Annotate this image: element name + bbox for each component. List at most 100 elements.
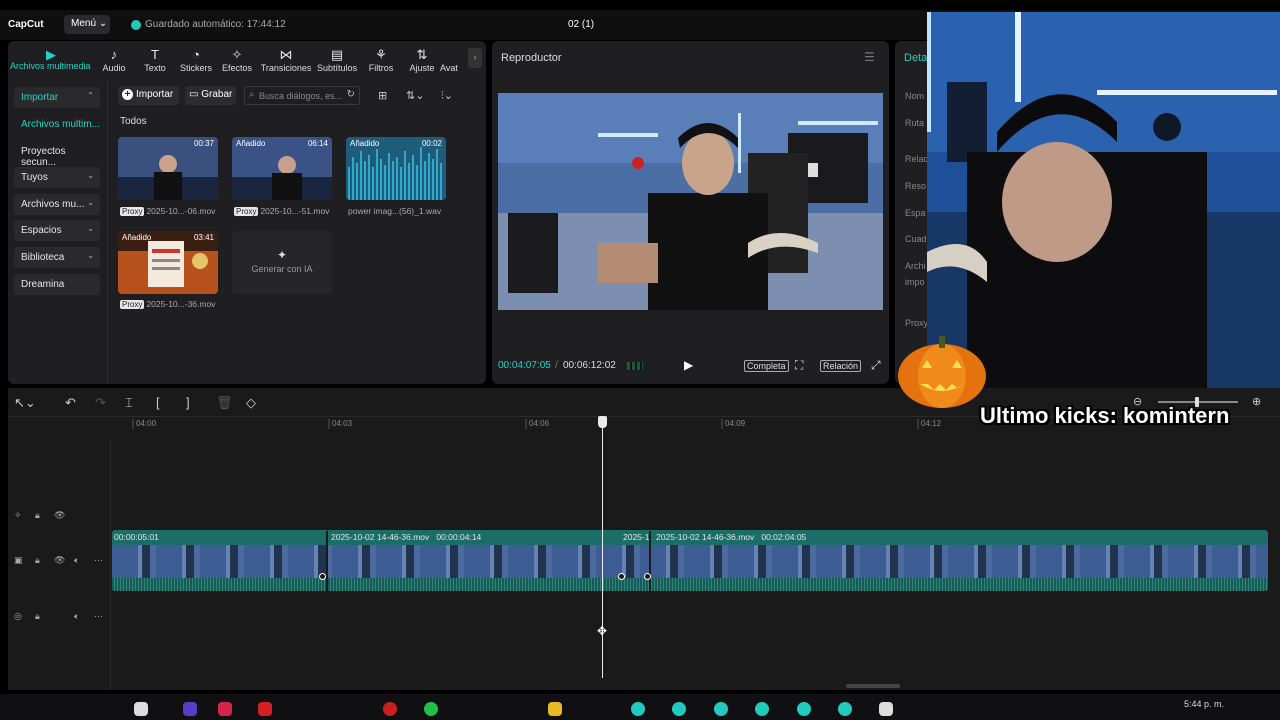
- keyframe-handle[interactable]: [644, 573, 651, 580]
- details-title: Deta: [904, 52, 928, 64]
- search-placeholder: Busca diálogos, es...: [259, 91, 343, 101]
- tab-avatar[interactable]: Avat: [440, 47, 466, 73]
- clip-boundary[interactable]: [326, 531, 328, 591]
- ruler-tick-label: 04:03: [332, 419, 353, 428]
- redo-icon[interactable]: ↷: [95, 395, 106, 411]
- taskbar-app-icon[interactable]: [424, 702, 438, 716]
- more-icon[interactable]: ···: [94, 555, 103, 565]
- audio-track-icon: ◎: [14, 611, 22, 621]
- sidebar-item-sub-projects[interactable]: Proyectos secun...: [14, 141, 100, 168]
- search-input[interactable]: ⌕ Busca diálogos, es... ↻: [244, 86, 360, 105]
- avatar-icon: [440, 47, 466, 63]
- section-label: Todos: [120, 116, 147, 127]
- trim-right-icon[interactable]: ]: [186, 395, 190, 410]
- play-icon[interactable]: ▶: [684, 358, 693, 372]
- detail-label: Archi: [905, 261, 926, 271]
- clip-label: 00:00:05:01: [114, 532, 159, 542]
- tab-transitions[interactable]: ⋈ Transiciones: [256, 47, 316, 73]
- clip-label: 2025-1: [623, 532, 650, 542]
- delete-icon[interactable]: 🗑: [216, 395, 233, 411]
- speaker-icon[interactable]: 🔈︎: [74, 611, 79, 622]
- media-thumbnail[interactable]: Añadido 06:14: [232, 137, 332, 200]
- taskbar-app-icon[interactable]: [838, 702, 852, 716]
- taskbar-app-icon[interactable]: [383, 702, 397, 716]
- taskbar-app-icon[interactable]: [714, 702, 728, 716]
- playhead-line[interactable]: [602, 418, 603, 678]
- proxy-badge: Proxy: [234, 207, 259, 216]
- taskbar-app-icon[interactable]: [797, 702, 811, 716]
- taskbar-app-icon[interactable]: [672, 702, 686, 716]
- tab-avatar-label: Avat: [440, 63, 458, 73]
- screenshot-icon[interactable]: ⛶: [795, 358, 803, 373]
- more-icon[interactable]: ···: [94, 611, 103, 621]
- sidebar-item-label: Tuyos: [21, 172, 48, 183]
- tab-media-label: Archivos multimedia: [10, 61, 91, 71]
- tab-effects[interactable]: ✧ Efectos: [212, 47, 262, 73]
- lock-icon[interactable]: 🔒︎: [35, 555, 40, 566]
- aspect-ratio-button[interactable]: Relación: [820, 360, 862, 372]
- detail-label: Reso: [905, 181, 927, 191]
- detail-label: Espa: [905, 208, 926, 218]
- clip-label: 2025-10-02 14-46-36.mov 00:02:04:05: [656, 532, 807, 542]
- chevron-down-icon: ⌄: [87, 198, 94, 207]
- import-button[interactable]: + Importar: [118, 86, 179, 105]
- taskbar-app-icon[interactable]: [183, 702, 197, 716]
- record-label: Grabar: [201, 89, 233, 100]
- media-thumbnail[interactable]: Añadido 03:41: [118, 231, 218, 294]
- taskbar-app-icon[interactable]: [879, 702, 893, 716]
- keyframe-handle[interactable]: [618, 573, 625, 580]
- grid-view-icon[interactable]: ⊞: [378, 89, 387, 102]
- generate-ai-button[interactable]: ✦ Generar con IA: [232, 231, 332, 294]
- taskbar-app-icon[interactable]: [134, 702, 148, 716]
- taskbar-app-icon[interactable]: [631, 702, 645, 716]
- video-preview[interactable]: [498, 93, 883, 310]
- media-thumbnail[interactable]: Añadido 00:02: [346, 137, 446, 200]
- sidebar-item-files[interactable]: Archivos mu... ⌄: [14, 194, 100, 215]
- sidebar-item-yours[interactable]: Tuyos ⌄: [14, 167, 100, 188]
- player-title: Reproductor: [501, 52, 562, 64]
- ruler-tick-label: 04:06: [529, 419, 550, 428]
- eye-icon[interactable]: 👁︎: [54, 510, 65, 521]
- record-button[interactable]: ▭ Grabar: [185, 86, 236, 105]
- media-duration: 03:41: [193, 233, 214, 242]
- media-thumbnail[interactable]: 00:37: [118, 137, 218, 200]
- taskbar-app-icon[interactable]: [218, 702, 232, 716]
- sidebar-item-spaces[interactable]: Espacios ⌄: [14, 220, 100, 241]
- lock-icon[interactable]: 🔒︎: [35, 611, 40, 622]
- marker-icon[interactable]: ◇: [246, 395, 256, 411]
- filter-icon[interactable]: ⫶⌄: [441, 89, 453, 103]
- sidebar-item-import[interactable]: Importar ⌃: [14, 87, 100, 108]
- timeline-scrollbar[interactable]: [846, 684, 900, 688]
- fullscreen-icon[interactable]: ⤢: [871, 358, 881, 373]
- sidebar-item-label: Archivos mu...: [21, 199, 85, 210]
- zoom-in-icon[interactable]: ⊕: [1252, 395, 1261, 408]
- tab-subtitles[interactable]: ▤ Subtítulos: [312, 47, 362, 73]
- media-name: power imag...(56)_1.wav: [348, 206, 442, 216]
- select-tool-icon[interactable]: ↖⌄: [14, 395, 36, 411]
- speaker-icon[interactable]: 🔈︎: [74, 555, 79, 566]
- taskbar-app-icon[interactable]: [258, 702, 272, 716]
- taskbar-app-icon[interactable]: [548, 702, 562, 716]
- current-timecode: 00:04:07:05: [498, 360, 551, 371]
- menu-button[interactable]: Menú ⌄: [64, 15, 110, 34]
- chevron-down-icon: ⌄: [98, 18, 108, 29]
- keyframe-handle[interactable]: [319, 573, 326, 580]
- autosave-status: Guardado automático: 17:44:12: [145, 19, 286, 30]
- detail-label: Proxy: [905, 318, 929, 328]
- refresh-icon[interactable]: ↻: [347, 89, 355, 100]
- full-quality-button[interactable]: Completa: [744, 360, 789, 372]
- sidebar-item-library[interactable]: Biblioteca ⌄: [14, 247, 100, 268]
- split-icon[interactable]: ⌶: [125, 395, 133, 411]
- playhead-handle[interactable]: [598, 416, 607, 428]
- plus-icon: +: [122, 89, 133, 100]
- sort-icon[interactable]: ⇅⌄: [406, 89, 424, 102]
- eye-icon[interactable]: 👁︎: [54, 555, 65, 566]
- trim-left-icon[interactable]: [: [156, 395, 160, 410]
- lock-icon[interactable]: 🔒︎: [35, 510, 40, 521]
- taskbar-app-icon[interactable]: [755, 702, 769, 716]
- undo-icon[interactable]: ↶: [65, 395, 76, 411]
- chevron-right-icon[interactable]: ›: [468, 48, 482, 68]
- sidebar-item-dreamina[interactable]: Dreamina: [14, 274, 100, 295]
- hamburger-menu-icon[interactable]: ☰: [864, 50, 875, 64]
- sidebar-item-media-files[interactable]: Archivos multim...: [14, 114, 100, 135]
